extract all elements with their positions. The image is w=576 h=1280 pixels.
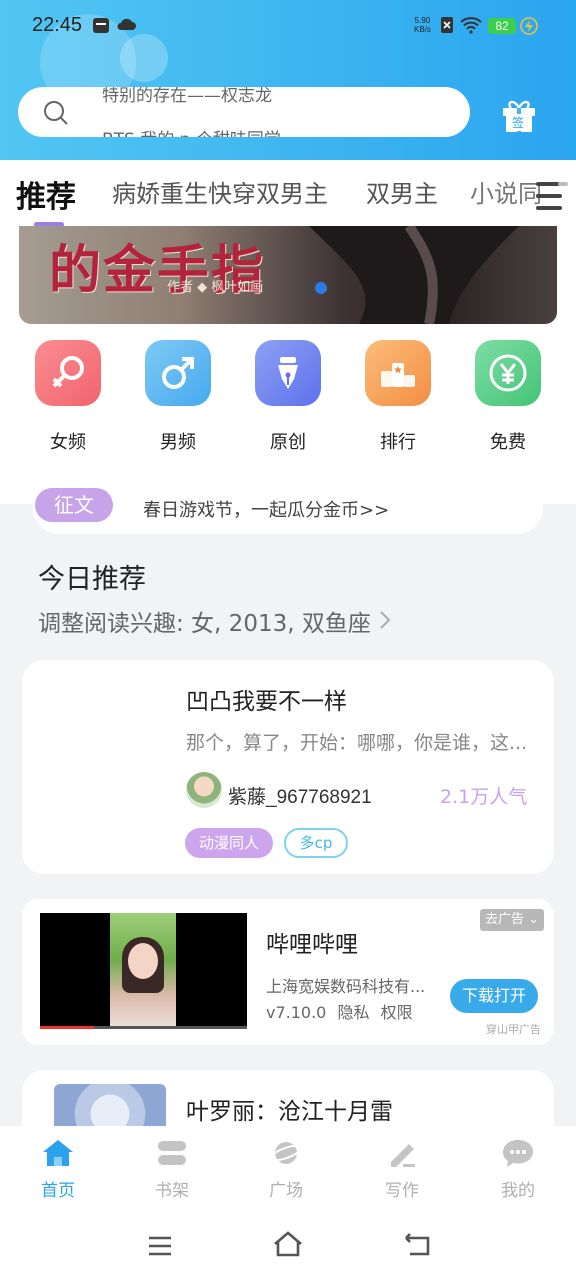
home-system-icon[interactable] — [272, 1230, 304, 1262]
home-icon — [41, 1140, 75, 1172]
chevron-down-icon: ⌄ — [528, 912, 540, 927]
popularity-count: 2.1万人气 — [440, 786, 528, 808]
tag-anime-fanfic[interactable]: 动漫同人 — [185, 828, 273, 858]
ad-person-face — [128, 943, 158, 979]
system-navigation-bar — [0, 1216, 576, 1280]
ad-company: 上海宽娱数码科技有... — [266, 977, 426, 996]
nav-home[interactable]: 首页 — [18, 1138, 98, 1201]
bookshelf-icon — [155, 1141, 189, 1172]
sign-in-label: 签 — [510, 114, 527, 131]
sign-in-gift-button[interactable]: 签 — [500, 98, 538, 138]
remove-ad-label: 去广告 — [484, 912, 524, 927]
ad-video-thumbnail[interactable] — [40, 913, 247, 1029]
ad-permission-link[interactable]: 权限 — [381, 1003, 413, 1022]
nav-label: 广场 — [269, 1181, 303, 1201]
calendar-notification-icon — [92, 16, 110, 38]
announcement-bar[interactable]: 征文 春日游戏节，一起瓜分金币>> — [33, 480, 543, 534]
tab-recommend[interactable]: 推荐 — [16, 172, 76, 216]
ad-app-name: 哔哩哔哩 — [266, 932, 358, 958]
network-speed-unit: KB/s — [414, 25, 431, 34]
reading-interest-link[interactable]: 调整阅读兴趣: 女, 2013, 双鱼座 — [38, 604, 392, 638]
banner-page-indicator — [315, 282, 327, 294]
tag-multi-cp[interactable]: 多cp — [284, 828, 348, 858]
network-speed-value: 5.90 — [414, 16, 431, 25]
ad-meta: v7.10.0 隐私 权限 — [266, 999, 413, 1023]
nav-label: 我的 — [501, 1181, 535, 1201]
wifi-icon — [460, 16, 482, 38]
category-label: 男频 — [160, 432, 196, 453]
tab-fanfic[interactable]: 小说同 — [470, 174, 542, 209]
chevron-right-icon — [378, 611, 392, 637]
ad-video-person — [110, 913, 176, 1029]
sim-off-icon — [440, 16, 454, 38]
tab-double-male[interactable]: 双男主 — [366, 174, 438, 209]
announcement-badge: 征文 — [35, 488, 113, 522]
search-hint-bottom: BTS 我的 n 个甜味同学 — [102, 125, 281, 137]
tab-menu-icon[interactable] — [536, 182, 570, 214]
category-original[interactable]: 原创 — [254, 340, 322, 453]
category-label: 女频 — [50, 432, 86, 453]
category-free[interactable]: 免费 — [474, 340, 542, 453]
nav-label: 书架 — [155, 1181, 189, 1201]
charging-icon — [520, 17, 538, 39]
reading-interest-text: 调整阅读兴趣: 女, 2013, 双鱼座 — [38, 611, 371, 637]
chat-bubble-icon — [501, 1140, 535, 1172]
search-icon — [42, 99, 70, 131]
category-label: 原创 — [270, 432, 306, 453]
nav-label: 首页 — [41, 1181, 75, 1201]
remove-ad-button[interactable]: 去广告 ⌄ — [480, 909, 544, 931]
male-icon — [145, 340, 211, 406]
book-description: 那个，算了，开始：哪哪，你是谁，这... — [186, 732, 528, 754]
battery-level: 82 — [488, 18, 516, 34]
book-title: 叶罗丽：沧江十月雷 — [186, 1099, 393, 1125]
section-title: 今日推荐 — [38, 564, 146, 595]
promo-banner[interactable]: 的金手指 作者 ◆ 枫叶如画 — [19, 226, 557, 324]
ad-card[interactable]: 哔哩哔哩 上海宽娱数码科技有... v7.10.0 隐私 权限 下载打开 去广告… — [22, 899, 554, 1045]
recent-apps-icon[interactable] — [146, 1234, 174, 1262]
banner-subtitle: 作者 ◆ 枫叶如画 — [167, 280, 264, 295]
download-open-button[interactable]: 下载打开 — [450, 979, 538, 1013]
book-card[interactable]: 凹凸我要不一样 那个，算了，开始：哪哪，你是谁，这... 紫藤_96776892… — [22, 660, 554, 874]
ad-video-progress — [40, 1026, 247, 1029]
category-ranking[interactable]: 排行 — [364, 340, 432, 453]
banner-art — [309, 226, 519, 324]
category-tabs: 推荐 病娇重生快穿双男主 双男主 小说同 — [0, 160, 576, 230]
bottom-navigation: 首页 书架 广场 写作 我的 — [0, 1126, 576, 1216]
nav-bookshelf[interactable]: 书架 — [132, 1138, 212, 1201]
pencil-icon — [385, 1144, 419, 1172]
search-bar[interactable]: 特别的存在——权志龙 BTS 我的 n 个甜味同学 — [18, 87, 470, 137]
category-female[interactable]: 女频 — [34, 340, 102, 453]
nav-write[interactable]: 写作 — [362, 1138, 442, 1201]
category-label: 免费 — [490, 432, 526, 453]
category-label: 排行 — [380, 432, 416, 453]
search-hint-top: 特别的存在——权志龙 — [102, 87, 272, 106]
app-header: 22:45 5.90 KB/s 82 特别的存在——权志龙 BTS 我的 n 个… — [0, 0, 576, 160]
cloud-icon — [116, 16, 136, 36]
status-bar: 22:45 5.90 KB/s 82 — [0, 0, 576, 52]
planet-icon — [269, 1142, 303, 1172]
network-speed: 5.90 KB/s — [414, 16, 431, 34]
announcement-text: 春日游戏节，一起瓜分金币>> — [143, 500, 390, 521]
yen-coin-icon — [475, 340, 541, 406]
book-title: 凹凸我要不一样 — [186, 689, 347, 715]
nav-mine[interactable]: 我的 — [478, 1138, 558, 1201]
status-time: 22:45 — [32, 14, 83, 36]
avatar — [186, 772, 222, 808]
nav-label: 写作 — [385, 1181, 419, 1201]
author-name: 紫藤_967768921 — [228, 787, 372, 808]
nav-plaza[interactable]: 广场 — [246, 1138, 326, 1201]
podium-icon — [365, 340, 431, 406]
ad-privacy-link[interactable]: 隐私 — [337, 1003, 369, 1022]
ad-version: v7.10.0 — [266, 1003, 327, 1022]
ad-source: 穿山甲广告 — [486, 1023, 541, 1036]
category-male[interactable]: 男频 — [144, 340, 212, 453]
female-icon — [35, 340, 101, 406]
pen-nib-icon — [255, 340, 321, 406]
tab-yandere-rebirth[interactable]: 病娇重生快穿双男主 — [112, 174, 328, 209]
back-icon[interactable] — [402, 1232, 432, 1262]
